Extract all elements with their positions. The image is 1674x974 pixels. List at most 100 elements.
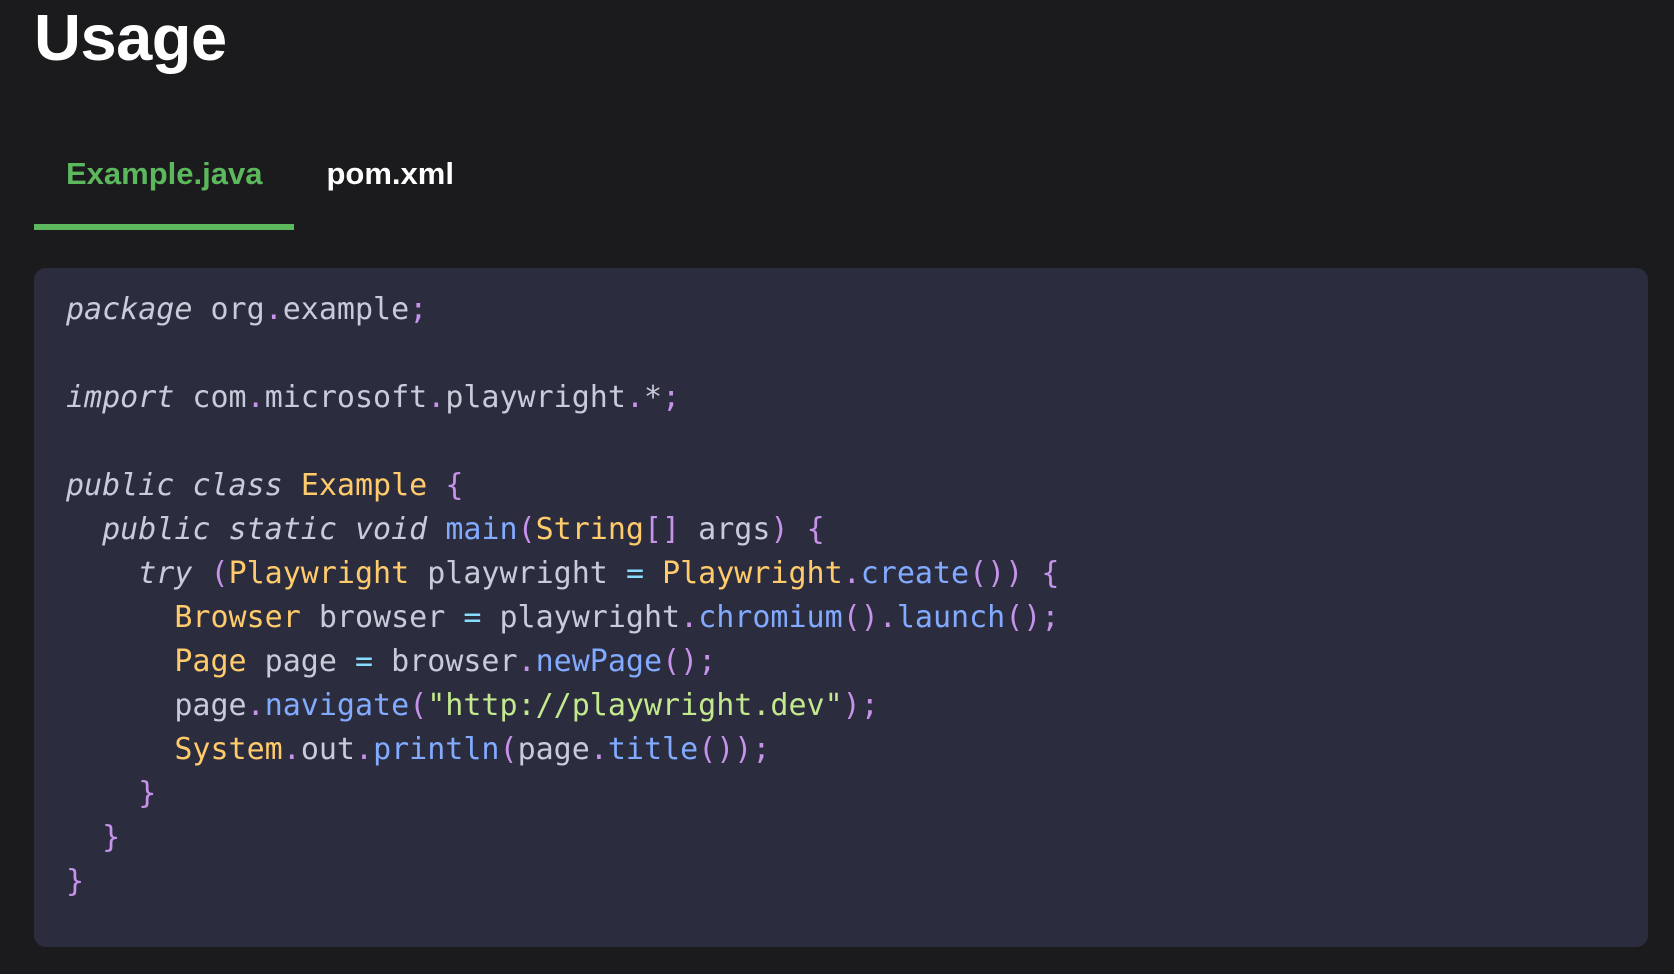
code-token: microsoft	[264, 380, 428, 415]
code-token: .	[246, 380, 265, 415]
code-line: System.out.println(page.title());	[66, 728, 1648, 772]
code-token: }	[138, 776, 157, 811]
code-token: .	[427, 380, 446, 415]
code-token: args	[680, 512, 771, 547]
code-token: ();	[1005, 600, 1060, 635]
code-token: browser	[373, 644, 518, 679]
code-token: Playwright	[662, 556, 843, 591]
code-token: try	[138, 556, 193, 591]
code-line: Page page = browser.newPage();	[66, 640, 1648, 684]
code-line: public class Example {	[66, 464, 1648, 508]
code-token: ;	[409, 292, 428, 327]
code-line: try (Playwright playwright = Playwright.…	[66, 552, 1648, 596]
code-token: playwright	[445, 380, 626, 415]
code-line: }	[66, 816, 1648, 860]
code-token: ());	[698, 732, 771, 767]
code-token: com	[174, 380, 247, 415]
code-token: browser	[300, 600, 464, 635]
code-token: []	[644, 512, 681, 547]
code-token: .	[246, 688, 265, 723]
code-token: navigate	[264, 688, 410, 723]
code-token: launch	[896, 600, 1006, 635]
code-token: class	[192, 468, 283, 503]
code-token: }	[66, 864, 85, 899]
code-token: page	[246, 644, 355, 679]
code-token: .	[355, 732, 374, 767]
code-token: =	[463, 600, 482, 635]
code-token: out	[300, 732, 355, 767]
code-token: page	[66, 688, 247, 723]
code-token: org	[192, 292, 265, 327]
code-token: ;	[662, 380, 681, 415]
code-block: package org.example; import com.microsoft…	[34, 268, 1648, 947]
code-line: package org.example;	[66, 288, 1648, 332]
code-token: package	[66, 292, 193, 327]
code-line: page.navigate("http://playwright.dev");	[66, 684, 1648, 728]
code-token: .	[517, 644, 536, 679]
code-token: System	[174, 732, 283, 767]
code-token: Page	[174, 644, 247, 679]
code-token: playwright	[409, 556, 626, 591]
code-line: }	[66, 860, 1648, 904]
code-token: =	[625, 556, 644, 591]
code-token: page	[517, 732, 590, 767]
code-token: newPage	[535, 644, 663, 679]
code-token: )	[770, 512, 789, 547]
code-token: Example	[300, 468, 428, 503]
code-token: playwright	[481, 600, 681, 635]
code-tabs: Example.java pom.xml	[34, 134, 486, 236]
code-token: =	[355, 644, 374, 679]
tab-pom-xml[interactable]: pom.xml	[294, 134, 485, 230]
code-content: package org.example; import com.microsoft…	[66, 288, 1648, 904]
code-line: Browser browser = playwright.chromium().…	[66, 596, 1648, 640]
code-token: static	[228, 512, 337, 547]
code-token: public	[102, 512, 211, 547]
code-token: {	[445, 468, 464, 503]
code-token: .	[842, 556, 861, 591]
code-token: );	[842, 688, 879, 723]
code-line: public static void main(String[] args) {	[66, 508, 1648, 552]
code-token: ();	[662, 644, 717, 679]
code-token: .	[264, 292, 283, 327]
code-token: .	[589, 732, 608, 767]
code-token: void	[355, 512, 428, 547]
code-token: .	[680, 600, 699, 635]
code-token: }	[102, 820, 121, 855]
code-token: println	[373, 732, 500, 767]
code-token: .	[282, 732, 301, 767]
code-token: public	[66, 468, 175, 503]
code-token: "http://playwright.dev"	[427, 688, 843, 723]
page-title: Usage	[34, 1, 227, 74]
code-token: {	[806, 512, 825, 547]
code-token: ())	[969, 556, 1024, 591]
page: Usage Example.java pom.xml package org.e…	[0, 0, 1674, 974]
code-token: create	[860, 556, 970, 591]
code-token: *	[644, 380, 663, 415]
code-token: (	[210, 556, 229, 591]
code-token: .	[625, 380, 644, 415]
code-token: String	[535, 512, 644, 547]
code-token: main	[445, 512, 518, 547]
code-token: title	[607, 732, 699, 767]
code-line: import com.microsoft.playwright.*;	[66, 376, 1648, 420]
code-token: Playwright	[228, 556, 410, 591]
code-token: import	[66, 380, 175, 415]
code-token: chromium	[698, 600, 843, 635]
tab-example-java[interactable]: Example.java	[34, 134, 295, 230]
